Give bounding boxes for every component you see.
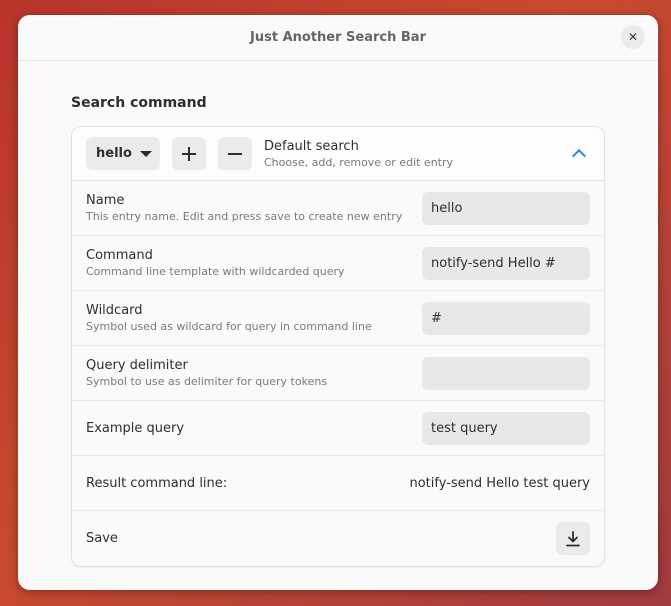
query-delimiter-description: Symbol to use as delimiter for query tok… <box>86 375 328 388</box>
save-row: Save <box>72 511 604 566</box>
example-query-label: Example query <box>86 420 185 436</box>
expander-row[interactable]: hello Default search Choose, add, remove… <box>72 127 604 181</box>
save-button[interactable] <box>556 522 590 555</box>
window-title: Just Another Search Bar <box>250 30 426 45</box>
command-field[interactable]: notify-send Hello # <box>422 246 590 280</box>
name-row: Name This entry name. Edit and press sav… <box>72 181 604 236</box>
command-description: Command line template with wildcarded qu… <box>86 265 345 278</box>
command-label: Command <box>86 248 153 263</box>
expander-subtitle: Choose, add, remove or edit entry <box>264 155 454 169</box>
example-query-row: Example query test query <box>72 401 604 456</box>
chevron-up-icon[interactable] <box>571 148 587 164</box>
entry-dropdown[interactable]: hello <box>86 137 160 170</box>
dropdown-caret-icon <box>139 150 152 157</box>
header-bar: Just Another Search Bar ✕ <box>18 15 658 61</box>
preferences-window: Just Another Search Bar ✕ Search command… <box>18 15 658 590</box>
query-delimiter-label: Query delimiter <box>86 358 188 373</box>
query-delimiter-field[interactable] <box>422 356 590 390</box>
search-command-card: hello Default search Choose, add, remove… <box>71 126 605 567</box>
expander-text: Default search Choose, add, remove or ed… <box>264 139 574 169</box>
add-icon <box>182 146 196 161</box>
save-label: Save <box>86 531 118 546</box>
wildcard-description: Symbol used as wildcard for query in com… <box>86 320 372 333</box>
close-button[interactable]: ✕ <box>621 25 645 49</box>
wildcard-field[interactable]: # <box>422 301 590 335</box>
example-query-field[interactable]: test query <box>422 411 590 445</box>
command-row: Command Command line template with wildc… <box>72 236 604 291</box>
entry-dropdown-label: hello <box>96 146 132 161</box>
wildcard-row: Wildcard Symbol used as wildcard for que… <box>72 291 604 346</box>
close-icon: ✕ <box>627 30 639 44</box>
remove-entry-button[interactable] <box>218 137 252 170</box>
wildcard-label: Wildcard <box>86 303 143 318</box>
result-label: Result command line: <box>86 475 228 491</box>
content: Search command hello Default search Choo… <box>18 61 658 567</box>
query-delimiter-row: Query delimiter Symbol to use as delimit… <box>72 346 604 401</box>
section-title: Search command <box>71 95 207 111</box>
name-label: Name <box>86 193 125 208</box>
download-icon <box>566 530 580 546</box>
name-description: This entry name. Edit and press save to … <box>86 210 403 223</box>
result-command-line: notify-send Hello test query <box>409 475 590 491</box>
expander-title: Default search <box>264 138 359 154</box>
add-entry-button[interactable] <box>172 137 206 170</box>
result-row: Result command line: notify-send Hello t… <box>72 456 604 511</box>
name-field[interactable]: hello <box>422 191 590 225</box>
remove-icon <box>228 147 242 161</box>
